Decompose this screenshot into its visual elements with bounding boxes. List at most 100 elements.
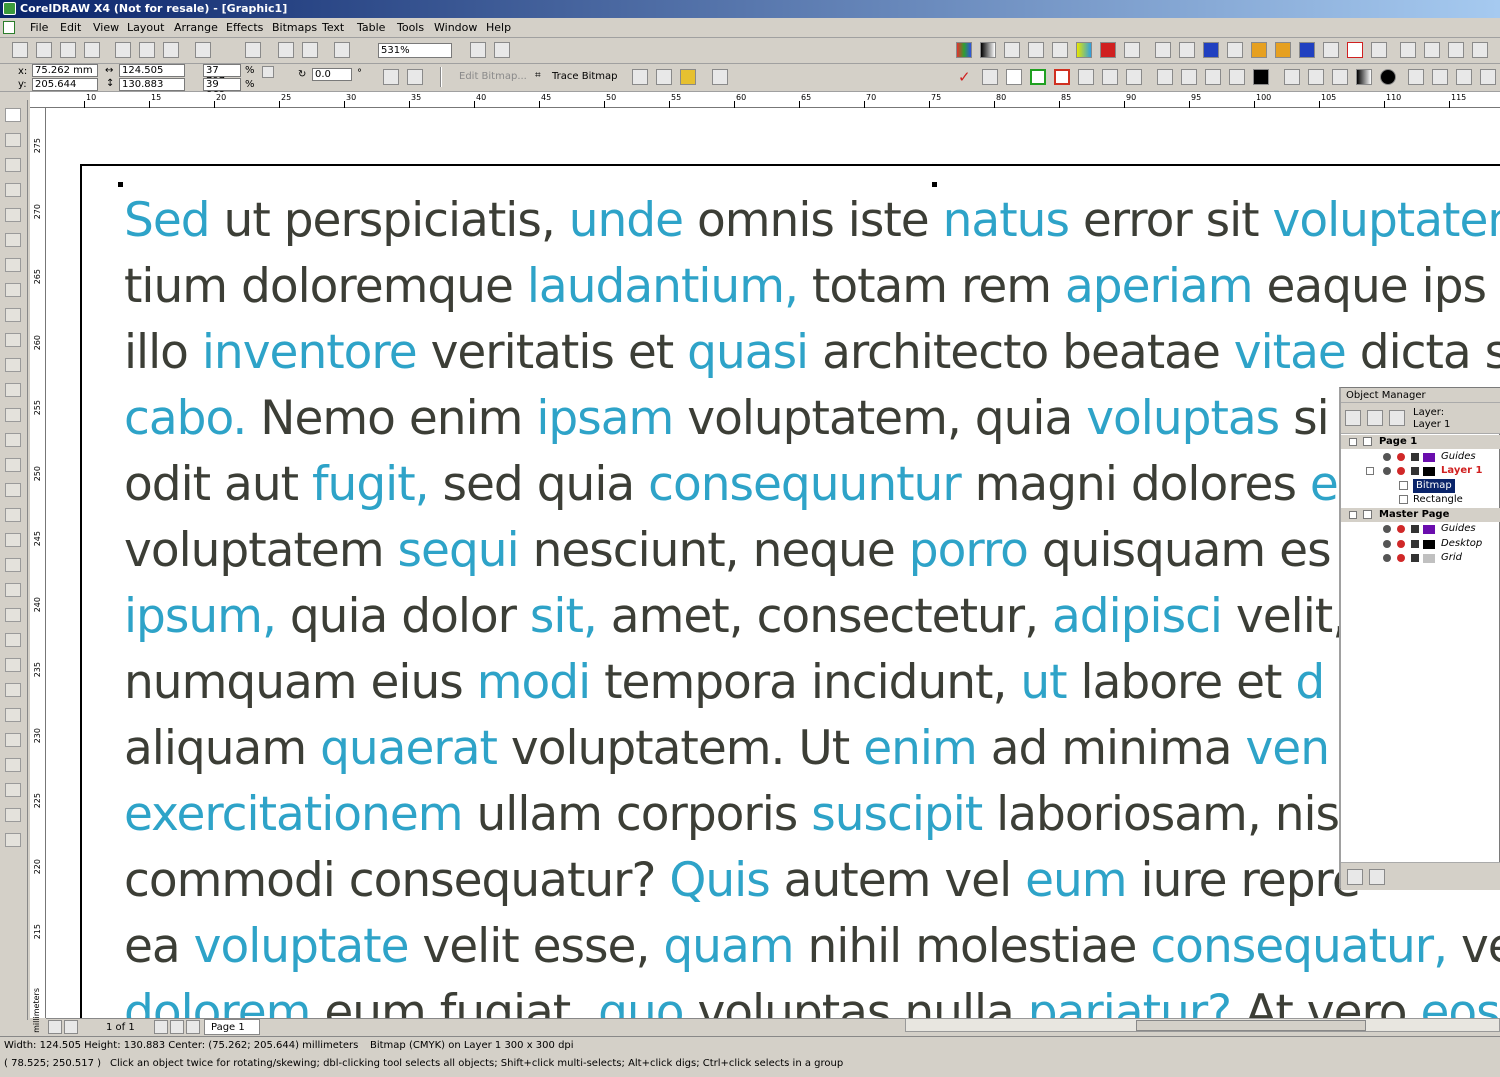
menu-edit[interactable]: Edit — [60, 21, 81, 34]
gradient-icon[interactable] — [1356, 69, 1372, 85]
zoom-page-icon[interactable] — [5, 683, 21, 697]
snap-to-icon[interactable] — [494, 42, 510, 58]
zoom-selection-icon[interactable] — [5, 633, 21, 647]
menu-file[interactable]: File — [30, 21, 48, 34]
chart-icon[interactable] — [1308, 69, 1324, 85]
bitmap-text-image[interactable]: Sed ut perspiciatis, unde omnis iste nat… — [124, 188, 1500, 1018]
printable-icon[interactable] — [1397, 452, 1405, 461]
import-icon[interactable] — [278, 42, 294, 58]
export-icon[interactable] — [302, 42, 318, 58]
menu-tools[interactable]: Tools — [397, 21, 424, 34]
menu-table[interactable]: Table — [357, 21, 385, 34]
application-launcher-icon[interactable] — [334, 42, 350, 58]
interactive-fill-icon[interactable] — [5, 483, 21, 497]
crop-bitmap-icon[interactable] — [632, 69, 648, 85]
om-object-row[interactable]: Bitmap — [1341, 478, 1500, 493]
print-icon[interactable] — [84, 42, 100, 58]
scale-x-field[interactable]: 37 797. — [203, 64, 241, 87]
selection-handle-tc[interactable] — [932, 182, 937, 187]
selection-handle-tl[interactable] — [118, 182, 123, 187]
fill-icon[interactable] — [1253, 69, 1269, 85]
interactive-blend-icon[interactable] — [5, 383, 21, 397]
menu-layout[interactable]: Layout — [127, 21, 164, 34]
edit-across-layers-icon[interactable] — [1367, 410, 1383, 426]
crop-tool-icon[interactable] — [5, 158, 21, 172]
ps-icon[interactable] — [1323, 42, 1339, 58]
color-docker-icon[interactable] — [5, 783, 21, 797]
tool-a-icon[interactable] — [1157, 69, 1173, 85]
jpg-export-icon[interactable] — [1179, 42, 1195, 58]
printable-icon[interactable] — [1397, 525, 1405, 533]
new-layer-icon[interactable] — [1347, 869, 1363, 885]
illustrator-icon[interactable] — [1251, 42, 1267, 58]
red-frame-icon[interactable] — [1054, 69, 1070, 85]
smart-fill-icon[interactable] — [5, 233, 21, 247]
layer-color-swatch[interactable] — [1423, 452, 1435, 462]
menu-bitmaps[interactable]: Bitmaps — [272, 21, 317, 34]
cmyk-icon[interactable] — [1076, 42, 1092, 58]
pdf-icon[interactable] — [1347, 42, 1363, 58]
wrap-text-icon[interactable] — [712, 69, 728, 85]
color-mode-icon[interactable] — [1124, 42, 1140, 58]
collapse-icon[interactable] — [1349, 438, 1357, 446]
height-field[interactable]: 130.883 mm — [119, 78, 185, 101]
zoom-width-icon[interactable] — [5, 708, 21, 722]
screen-icon[interactable] — [1424, 42, 1440, 58]
paintbucket-icon[interactable] — [5, 808, 21, 822]
grid-icon[interactable] — [1126, 69, 1142, 85]
scale-y-field[interactable]: 39 069. — [203, 78, 241, 101]
redo-icon[interactable] — [245, 42, 261, 58]
connector-tool-icon[interactable] — [5, 558, 21, 572]
cut-icon[interactable] — [115, 42, 131, 58]
printable-icon[interactable] — [1397, 554, 1405, 562]
menu-text[interactable]: Text — [322, 21, 344, 34]
pick-tool-icon[interactable] — [5, 108, 21, 122]
menu-view[interactable]: View — [93, 21, 119, 34]
scrollbar-thumb[interactable] — [1136, 1020, 1366, 1031]
dimension-tool-icon[interactable] — [5, 533, 21, 547]
first-page-icon[interactable] — [48, 1020, 62, 1034]
width-field[interactable]: 124.505 mm — [119, 64, 185, 87]
visibility-eye-icon[interactable] — [1383, 554, 1391, 562]
barcode-icon[interactable] — [1155, 42, 1171, 58]
x-position-field[interactable]: 75.262 mm — [32, 64, 98, 77]
ps-export-icon[interactable] — [1299, 42, 1315, 58]
menu-effects[interactable]: Effects — [226, 21, 263, 34]
om-layer-row[interactable]: Desktop — [1341, 537, 1500, 551]
nodes-icon[interactable] — [1205, 69, 1221, 85]
paste-icon[interactable] — [163, 42, 179, 58]
corner-icon[interactable] — [1078, 69, 1094, 85]
y-position-field[interactable]: 205.644 mm — [32, 78, 98, 101]
undo-icon[interactable] — [195, 42, 211, 58]
transform-icon[interactable] — [1229, 69, 1245, 85]
visibility-eye-icon[interactable] — [1383, 539, 1391, 548]
om-page-row[interactable]: Page 1 — [1341, 435, 1500, 449]
previous-page-icon[interactable] — [64, 1020, 78, 1034]
yin-yang-icon[interactable] — [1380, 69, 1396, 85]
pick-icon[interactable] — [982, 69, 998, 85]
layer-manager-view-icon[interactable] — [1389, 410, 1405, 426]
vertical-ruler[interactable]: millimeters 275 270 265 260 255 250 245 240 235 2… — [30, 108, 46, 1033]
convert-icon[interactable] — [1028, 42, 1044, 58]
new-document-icon[interactable] — [12, 42, 28, 58]
macro-d-icon[interactable] — [1480, 69, 1496, 85]
grayscale-icon[interactable] — [980, 42, 996, 58]
align-icon[interactable] — [5, 833, 21, 847]
photoshop-icon[interactable] — [1203, 42, 1219, 58]
zoom-all-icon[interactable] — [5, 658, 21, 672]
eyedropper-icon[interactable] — [5, 408, 21, 422]
table-tool-icon[interactable] — [5, 508, 21, 522]
collapse-icon[interactable] — [1366, 467, 1374, 475]
new-master-layer-icon[interactable] — [1369, 869, 1385, 885]
mirror-vertical-icon[interactable] — [407, 69, 423, 85]
show-properties-icon[interactable] — [1345, 410, 1361, 426]
mirror-horizontal-icon[interactable] — [383, 69, 399, 85]
page-tab[interactable]: Page 1 — [204, 1019, 260, 1035]
freehand-tool-icon[interactable] — [5, 208, 21, 222]
bitmap-color-mask-icon[interactable] — [680, 69, 696, 85]
basic-shapes-icon[interactable] — [5, 333, 21, 347]
open-icon[interactable] — [36, 42, 52, 58]
zoom-tool-icon[interactable] — [5, 183, 21, 197]
macro-c-icon[interactable] — [1456, 69, 1472, 85]
zoom-out-icon[interactable] — [5, 608, 21, 622]
